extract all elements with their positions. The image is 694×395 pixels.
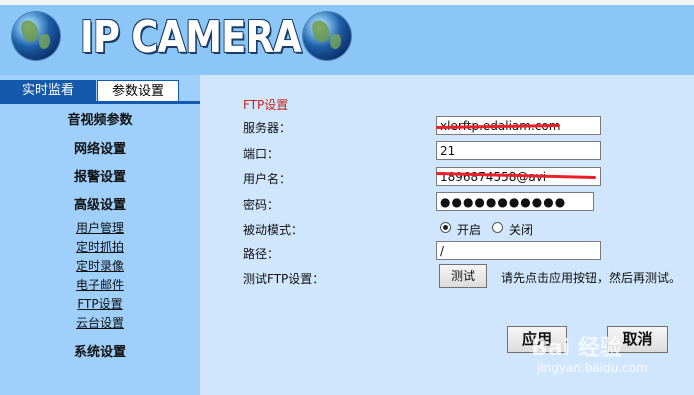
sidebar-item-alarm[interactable]: 报警设置 [0,166,200,185]
sidebar-subitem-email[interactable]: 电子邮件 [0,276,200,293]
sidebar-subitem-ptz[interactable]: 云台设置 [0,314,200,331]
server-label: 服务器： [243,121,292,135]
tab-live-view[interactable]: 实时监看 [0,80,96,101]
sidebar-item-system[interactable]: 系统设置 [0,341,200,360]
sidebar-subitem-ftp[interactable]: FTP设置 [0,295,200,312]
port-label: 端口： [243,147,280,161]
sidebar-subitem-scheduled-recording[interactable]: 定时录像 [0,257,200,274]
sidebar-item-network[interactable]: 网络设置 [0,138,200,157]
sidebar-item-av-params[interactable]: 音视频参数 [0,109,200,128]
port-field[interactable]: 21 [436,141,601,160]
password-field[interactable]: ●●●●●●●●●●● [436,192,594,211]
username-label: 用户名： [243,172,292,186]
path-field[interactable]: / [436,241,601,260]
sidebar-subitem-scheduled-snapshot[interactable]: 定时抓拍 [0,238,200,255]
tab-bar: 实时监看 参数设置 [0,80,200,102]
section-title: FTP设置 [243,98,289,112]
password-label: 密码： [243,198,280,212]
passive-off-radio[interactable] [492,222,503,233]
logo-text: IP CAMERA [80,12,302,63]
sidebar-subitem-user-management[interactable]: 用户管理 [0,219,200,236]
tab-parameter-settings[interactable]: 参数设置 [97,80,179,101]
test-button[interactable]: 测试 [439,264,487,288]
test-hint: 请先点击应用按钮，然后再测试。 [501,271,682,285]
passive-on-radio[interactable] [440,222,451,233]
passive-on-label: 开启 [457,223,482,237]
tab-underline [0,101,200,104]
globe-icon [12,12,60,60]
path-label: 路径： [243,247,280,261]
sidebar-item-advanced[interactable]: 高级设置 [0,194,200,213]
passive-mode-label: 被动模式： [243,223,304,237]
globe-icon [303,12,351,60]
watermark-brand: Bai 经验 [531,336,622,361]
test-ftp-label: 测试FTP设置： [243,272,325,286]
watermark-url: jingyan.baidu.com [537,361,648,375]
passive-off-label: 关闭 [509,223,534,237]
